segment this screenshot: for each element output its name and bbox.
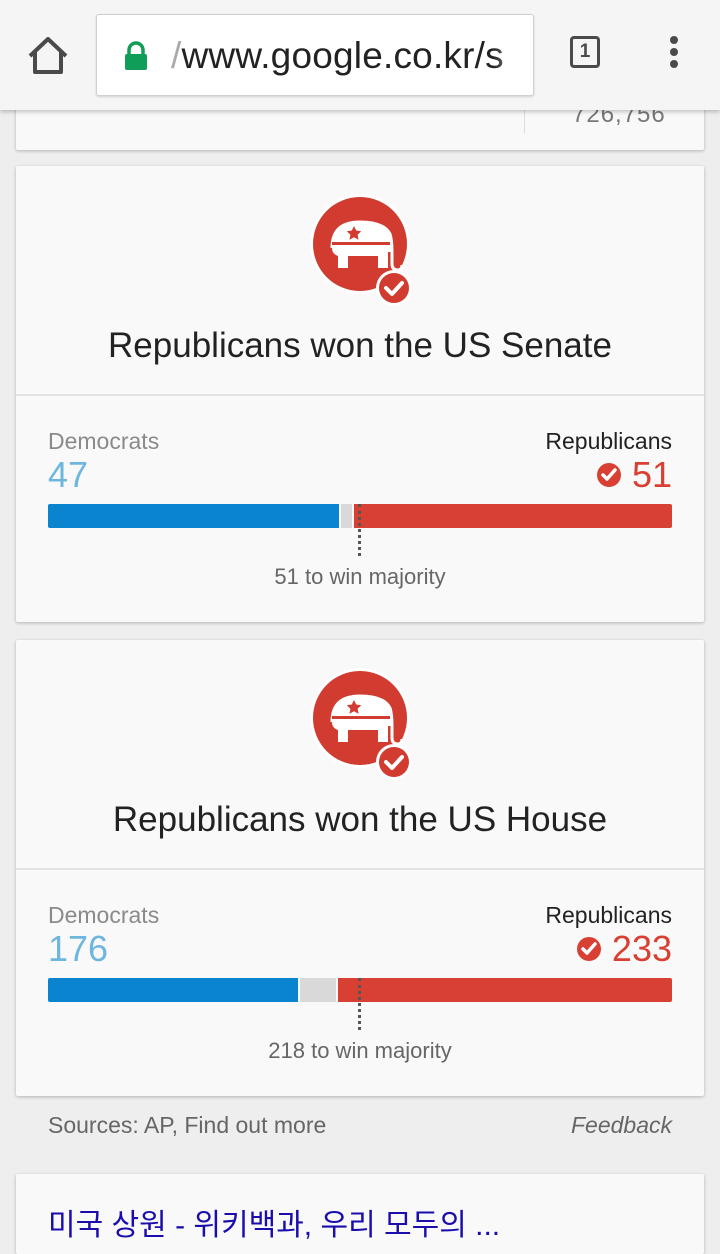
undecided-bar: [300, 978, 336, 1002]
divider: [16, 394, 704, 396]
republicans-label: Republicans: [545, 428, 672, 454]
majority-threshold-text: 218 to win majority: [268, 1038, 452, 1063]
sources-link[interactable]: Sources: AP, Find out more: [48, 1112, 326, 1139]
undecided-bar: [341, 504, 352, 528]
democrats-bar: [48, 504, 340, 528]
republicans-seat-count: 51: [596, 454, 672, 496]
democrats-bar: [48, 978, 299, 1002]
search-result-title-link[interactable]: 미국 상원 - 위키백과, 우리 모두의 ...: [48, 1200, 500, 1244]
overflow-menu-icon[interactable]: [664, 36, 684, 76]
majority-marker: [358, 978, 361, 1030]
republicans-bar: [353, 504, 672, 528]
democrats-label: Democrats: [48, 428, 160, 454]
sources-row: Sources: AP, Find out more Feedback: [48, 1112, 672, 1142]
divider: [16, 868, 704, 870]
tab-switcher-button[interactable]: 1: [570, 36, 600, 68]
search-result-card: 미국 상원 - 위키백과, 우리 모두의 ...: [16, 1174, 704, 1254]
browser-toolbar: /www.google.co.kr/s 1: [0, 0, 720, 110]
url-fade: [493, 15, 533, 95]
url-text: /www.google.co.kr/s: [171, 35, 504, 76]
majority-threshold-text: 51 to win majority: [274, 564, 446, 589]
winner-check-icon: [576, 937, 601, 961]
home-icon[interactable]: [24, 32, 72, 78]
race-headline: Republicans won the US House: [112, 800, 608, 839]
republican-elephant-icon: [308, 192, 428, 312]
republicans-seat-count: 233: [576, 928, 672, 970]
house-result-card[interactable]: Republicans won the US House Democrats R…: [16, 640, 704, 1096]
senate-result-card[interactable]: Republicans won the US Senate Democrats …: [16, 166, 704, 622]
winner-check-icon: [596, 463, 621, 487]
democrats-seat-count: 176: [48, 928, 109, 969]
republicans-bar: [337, 978, 672, 1002]
democrats-seat-count: 47: [48, 454, 89, 495]
race-headline: Republicans won the US Senate: [108, 326, 612, 365]
majority-marker: [358, 504, 361, 556]
lock-icon: [123, 41, 149, 76]
republican-elephant-icon: [308, 666, 428, 786]
republicans-label: Republicans: [545, 902, 672, 928]
feedback-link[interactable]: Feedback: [571, 1112, 672, 1139]
column-divider: [524, 110, 525, 134]
url-bar[interactable]: /www.google.co.kr/s: [96, 14, 534, 96]
democrats-label: Democrats: [48, 902, 160, 928]
